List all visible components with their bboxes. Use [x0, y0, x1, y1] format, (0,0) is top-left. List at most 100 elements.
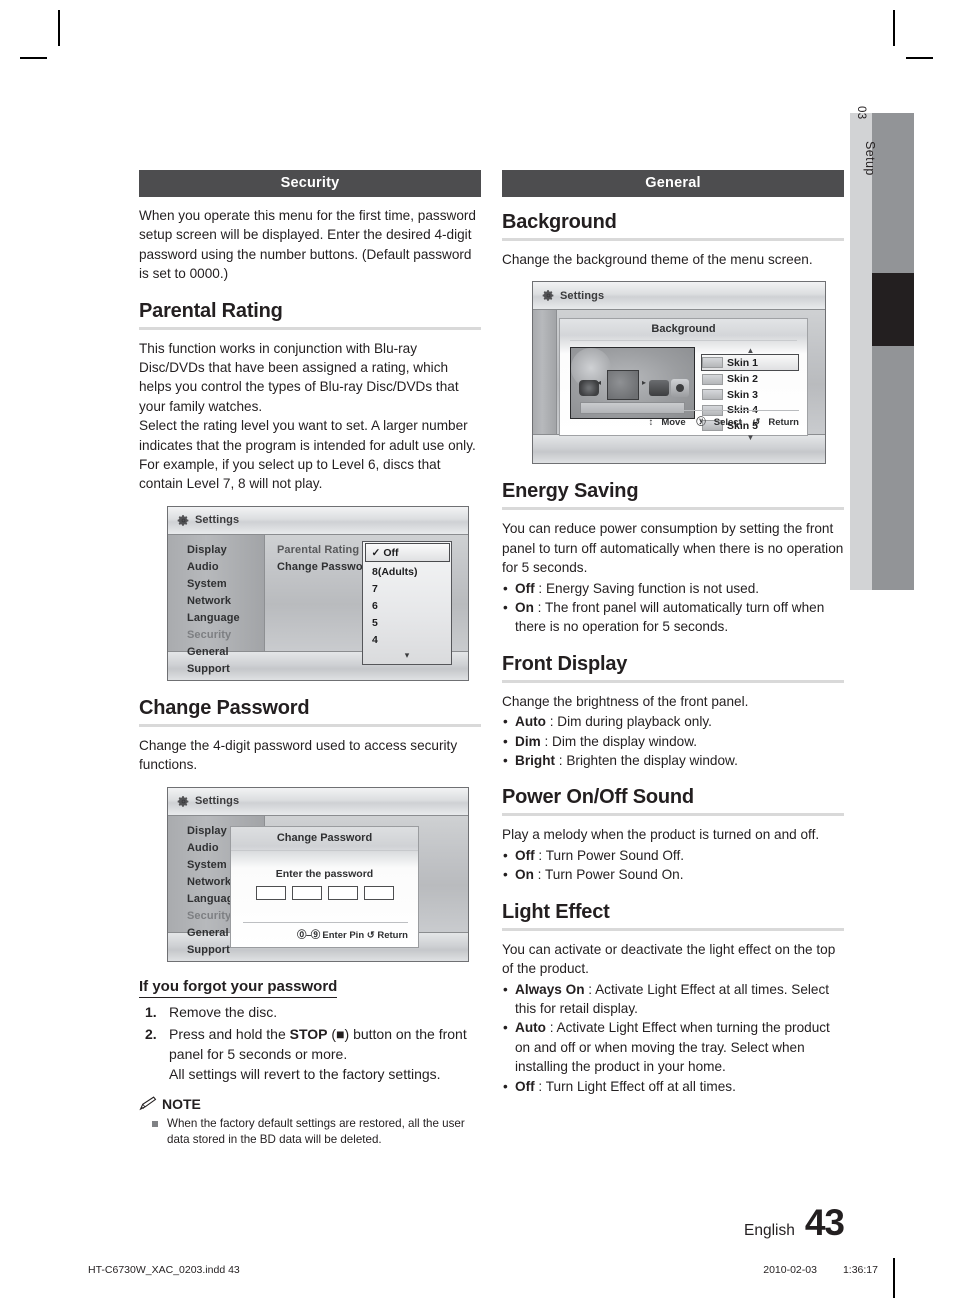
left-column: Security When you operate this menu for … [139, 170, 481, 1148]
print-slug-time: 1:36:17 [842, 1264, 878, 1276]
side-tab-gray-band [872, 113, 914, 590]
gear-icon [542, 290, 554, 302]
skin-thumbnail [702, 373, 723, 385]
hint-return-label: Return [377, 929, 408, 941]
skin-label: Skin 3 [727, 388, 758, 401]
step-text-pre: Press and hold the [169, 1025, 290, 1042]
heading-rule [139, 326, 481, 330]
step-text: Remove the disc. [169, 1003, 278, 1020]
return-icon: ↺ [752, 417, 761, 429]
note-item: When the factory default settings are re… [139, 1116, 481, 1148]
hint-move-label: Move [661, 417, 686, 429]
menu-item-audio[interactable]: Audio [168, 559, 264, 576]
number-buttons-icon: ⓪–⑨ [296, 929, 320, 941]
power-sound-bullets: Off : Turn Power Sound Off. On : Turn Po… [502, 846, 844, 885]
dropdown-option-6[interactable]: 6 [363, 598, 451, 615]
dialog-title: Change Password [231, 827, 418, 851]
heading-power-on-off-sound: Power On/Off Sound [502, 786, 694, 809]
bullet-term: Always On [515, 981, 585, 997]
front-display-bullets: Auto : Dim during playback only. Dim : D… [502, 712, 844, 771]
gear-icon [177, 514, 189, 526]
menu-item-language[interactable]: Language [168, 610, 264, 627]
bullet-desc: : Turn Light Effect off at all times. [534, 1078, 736, 1094]
hint-select-label: Select [713, 417, 742, 429]
crop-mark-bottom-right-vertical [893, 1258, 895, 1298]
settings-window-body: Background ◂ ▸ ▲ Skin 1 Skin 2 Skin 3 Sk… [533, 310, 825, 442]
password-field-group[interactable] [231, 885, 418, 900]
heading-change-password: Change Password [139, 696, 310, 719]
figure-change-password-screen: Settings Display Audio System Network La… [167, 786, 469, 962]
preview-selected-item [607, 370, 639, 401]
settings-window-titlebar: Settings [168, 787, 468, 816]
bullet-term: Auto [515, 714, 546, 730]
chevron-down-icon[interactable]: ▾ [363, 649, 451, 664]
settings-options-pane: Parental Rating Change Password ✓ Off 8(A… [265, 534, 468, 665]
bullet-desc: : Turn Power Sound On. [533, 867, 684, 883]
print-slug-filename: HT-C6730W_XAC_0203.indd 43 [88, 1264, 240, 1276]
menu-item-general[interactable]: General [168, 644, 264, 661]
password-prompt: Enter the password [275, 867, 374, 880]
password-digit-3[interactable] [327, 885, 358, 900]
settings-window-title: Settings [195, 795, 240, 808]
gear-icon [177, 795, 189, 807]
chevron-left-icon: ◂ [597, 378, 602, 388]
front-display-paragraph: Change the brightness of the front panel… [502, 693, 749, 709]
energy-saving-bullets: Off : Energy Saving function is not used… [502, 579, 844, 637]
password-digit-2[interactable] [291, 885, 322, 900]
bullet-term: Off [515, 847, 535, 863]
section-band-general: General [502, 170, 844, 197]
heading-rule [502, 813, 844, 817]
return-icon: ↺ [366, 929, 375, 941]
menu-item-display[interactable]: Display [168, 542, 264, 559]
parental-rating-paragraph-1: This function works in conjunction with … [139, 340, 459, 414]
right-column: General Background Change the background… [502, 170, 844, 1096]
settings-menu-list[interactable]: Display Audio System Network Language Se… [168, 534, 265, 675]
step-2: 2. Press and hold the STOP (■) button on… [139, 1024, 481, 1084]
bullet-desc: : Dim during playback only. [545, 714, 712, 730]
figure-parental-rating-screen: Settings Display Audio System Network La… [167, 505, 469, 681]
heading-parental-rating: Parental Rating [139, 299, 283, 322]
settings-window-titlebar: Settings [168, 506, 468, 535]
step-1: 1. Remove the disc. [139, 1002, 481, 1022]
light-effect-paragraph: You can activate or deactivate the light… [502, 941, 836, 977]
parental-rating-dropdown[interactable]: ✓ Off 8(Adults) 7 6 5 4 ▾ [362, 540, 452, 665]
dropdown-option-4[interactable]: 4 [363, 632, 451, 649]
password-digit-1[interactable] [255, 885, 286, 900]
dropdown-option-selected[interactable]: ✓ Off [364, 543, 450, 563]
step-text-tail: All settings will revert to the factory … [169, 1065, 441, 1082]
change-password-dialog: Change Password Enter the password ⓪–⑨ E… [230, 825, 419, 948]
scroll-down-icon[interactable]: ▼ [702, 433, 799, 442]
background-dialog: Background ◂ ▸ ▲ Skin 1 Skin 2 Skin 3 Sk… [559, 318, 808, 442]
skin-label: Skin 1 [727, 356, 758, 369]
menu-item-system[interactable]: System [168, 576, 264, 593]
photo-icon [671, 379, 689, 398]
bullet-term: Bright [515, 753, 556, 769]
password-digit-4[interactable] [363, 885, 394, 900]
page-number: 43 [804, 1202, 845, 1243]
dropdown-option-7[interactable]: 7 [363, 581, 451, 598]
light-effect-bullets: Always On : Activate Light Effect at all… [502, 980, 844, 1097]
menu-item-security[interactable]: Security [168, 627, 264, 644]
print-slug-date: 2010-02-03 [763, 1264, 817, 1276]
settings-window: Settings Background ◂ ▸ ▲ Skin 1 Skin 2 … [532, 281, 826, 465]
background-preview-thumbnail: ◂ ▸ [570, 347, 695, 420]
bullet-desc: : Brighten the display window. [555, 753, 738, 769]
dropdown-option-8adults[interactable]: 8(Adults) [363, 564, 451, 581]
skin-list-item[interactable]: Skin 3 [702, 387, 799, 403]
note-list: When the factory default settings are re… [139, 1116, 481, 1148]
bullet-bright: Bright : Brighten the display window. [502, 751, 844, 771]
skin-list-item-selected[interactable]: Skin 1 [701, 354, 799, 372]
energy-saving-paragraph: You can reduce power consumption by sett… [502, 521, 844, 576]
scroll-up-icon[interactable]: ▲ [702, 347, 799, 355]
parental-rating-paragraph-2: Select the rating level you want to set.… [139, 418, 476, 492]
menu-item-network[interactable]: Network [168, 593, 264, 610]
heading-rule [502, 507, 844, 511]
menu-item-support[interactable]: Support [168, 661, 264, 678]
bullet-off: Off : Turn Power Sound Off. [502, 846, 844, 866]
power-sound-paragraph: Play a melody when the product is turned… [502, 827, 820, 843]
dropdown-option-5[interactable]: 5 [363, 615, 451, 632]
skin-list-item[interactable]: Skin 2 [702, 371, 799, 387]
bullet-always-on: Always On : Activate Light Effect at all… [502, 980, 844, 1019]
heading-rule [502, 927, 844, 931]
bullet-desc: : Activate Light Effect when turning the… [515, 1020, 830, 1075]
